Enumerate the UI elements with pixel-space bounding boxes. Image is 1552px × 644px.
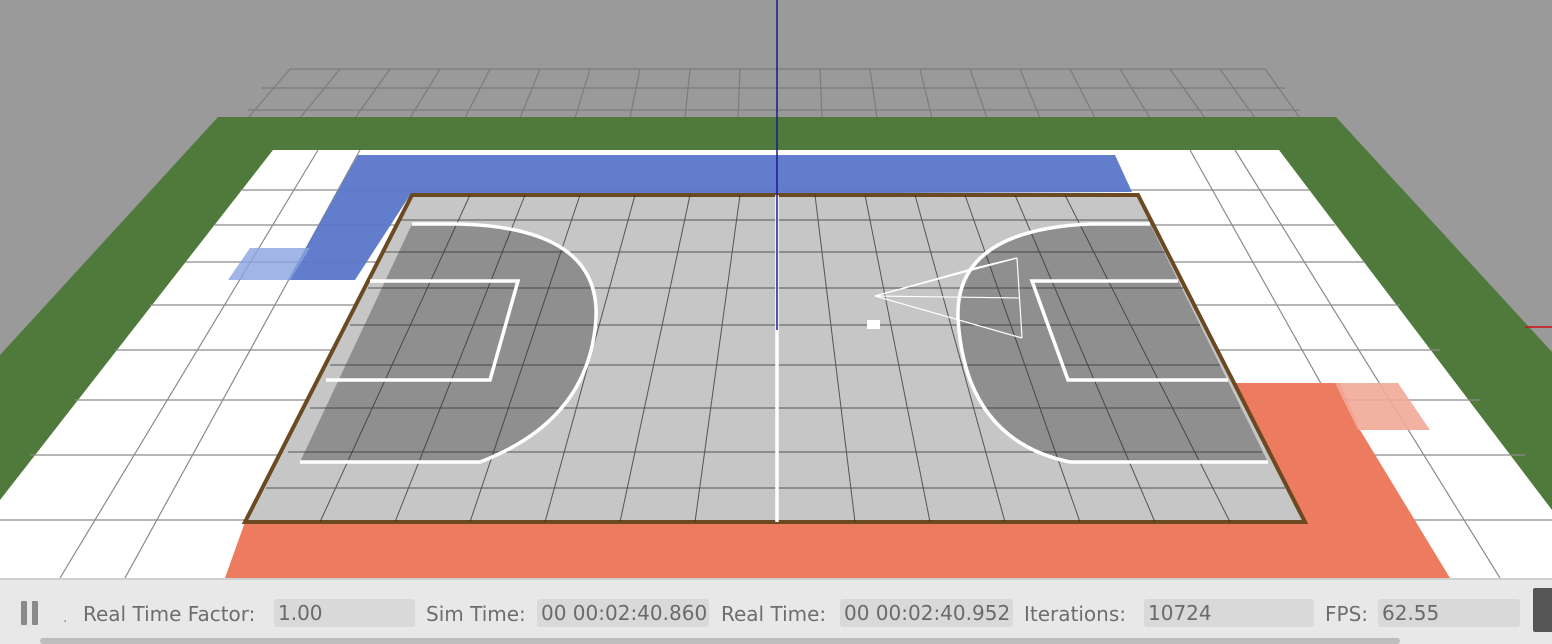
iterations-label: Iterations: xyxy=(1024,602,1126,626)
sim-time-label: Sim Time: xyxy=(426,602,526,626)
status-bar: . Real Time Factor: 1.00 Sim Time: 00 00… xyxy=(0,578,1552,644)
iterations-field: 10724 xyxy=(1144,599,1314,627)
statusbar-corner-button[interactable] xyxy=(1533,588,1552,632)
scene-render xyxy=(0,0,1552,578)
pause-icon xyxy=(20,601,27,625)
horizontal-scrollbar[interactable] xyxy=(40,638,1400,644)
pause-icon-bar xyxy=(31,601,38,625)
real-time-field: 00 00:02:40.952 xyxy=(840,599,1013,627)
real-time-label: Real Time: xyxy=(721,602,827,626)
pause-button[interactable] xyxy=(14,598,44,628)
sim-time-field: 00 00:02:40.860 xyxy=(537,599,709,627)
real-time-factor-field: 1.00 xyxy=(274,599,415,627)
fps-label: FPS: xyxy=(1325,602,1368,626)
separator-dot: . xyxy=(63,610,68,626)
fps-field: 62.55 xyxy=(1378,599,1520,627)
background-grid xyxy=(247,68,1301,119)
robot-body[interactable] xyxy=(867,320,880,329)
real-time-factor-label: Real Time Factor: xyxy=(83,602,256,626)
3d-viewport[interactable] xyxy=(0,0,1552,578)
